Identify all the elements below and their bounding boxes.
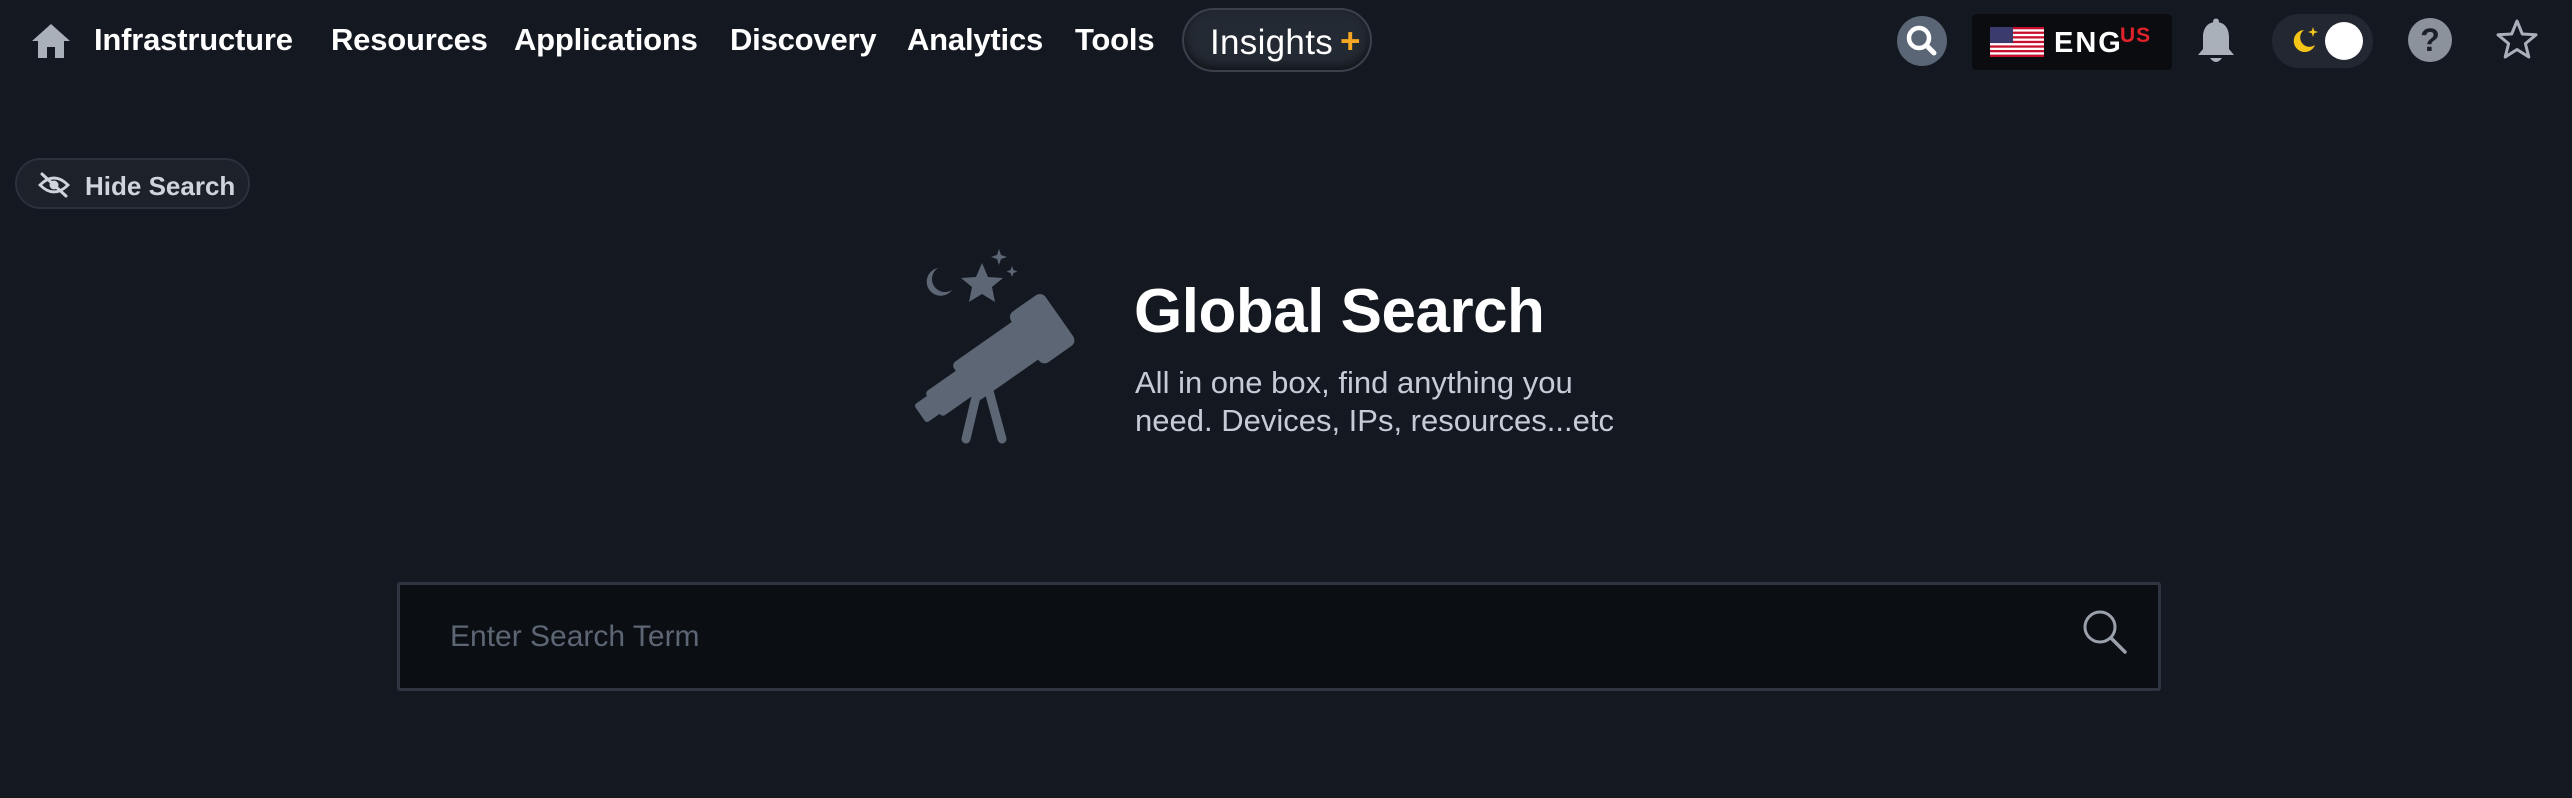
telescope-icon	[914, 249, 1075, 444]
nav-infrastructure[interactable]: Infrastructure	[94, 22, 293, 58]
page-title: Global Search	[1134, 277, 1545, 346]
language-selector[interactable]: ENG US	[1972, 14, 2172, 70]
nav-discovery[interactable]: Discovery	[730, 22, 877, 58]
us-flag-icon	[1990, 27, 2044, 57]
subtitle-line-1: All in one box, find anything you	[1135, 365, 1573, 400]
nav-applications[interactable]: Applications	[514, 22, 698, 58]
search-input[interactable]	[430, 605, 2050, 669]
page-subtitle: All in one box, find anything you need. …	[1135, 364, 1655, 440]
bell-icon[interactable]	[2194, 18, 2238, 66]
theme-toggle-knob	[2325, 22, 2363, 60]
insights-plus-icon: +	[1340, 22, 1361, 61]
eye-slash-icon	[38, 172, 70, 198]
theme-toggle[interactable]	[2272, 14, 2373, 68]
subtitle-line-2: need. Devices, IPs, resources...etc	[1135, 403, 1614, 438]
nav-resources[interactable]: Resources	[331, 22, 488, 58]
star-icon[interactable]	[2495, 18, 2539, 62]
search-icon[interactable]	[2080, 607, 2130, 659]
top-navigation: Infrastructure Resources Applications Di…	[0, 0, 2572, 82]
home-icon[interactable]	[30, 22, 72, 60]
language-code: ENG	[2054, 27, 2123, 59]
global-search-button[interactable]	[1897, 16, 1947, 66]
help-icon[interactable]: ?	[2408, 18, 2452, 62]
hide-search-label: Hide Search	[85, 171, 236, 201]
hide-search-button[interactable]: Hide Search	[15, 158, 250, 209]
search-box	[397, 582, 2161, 691]
search-icon	[1906, 25, 1937, 56]
nav-analytics[interactable]: Analytics	[907, 22, 1043, 58]
language-region: US	[2120, 24, 2152, 47]
insights-label: Insights	[1210, 23, 1334, 62]
moon-icon	[2293, 27, 2318, 52]
insights-button[interactable]: Insights +	[1182, 8, 1372, 72]
nav-tools[interactable]: Tools	[1075, 22, 1155, 58]
